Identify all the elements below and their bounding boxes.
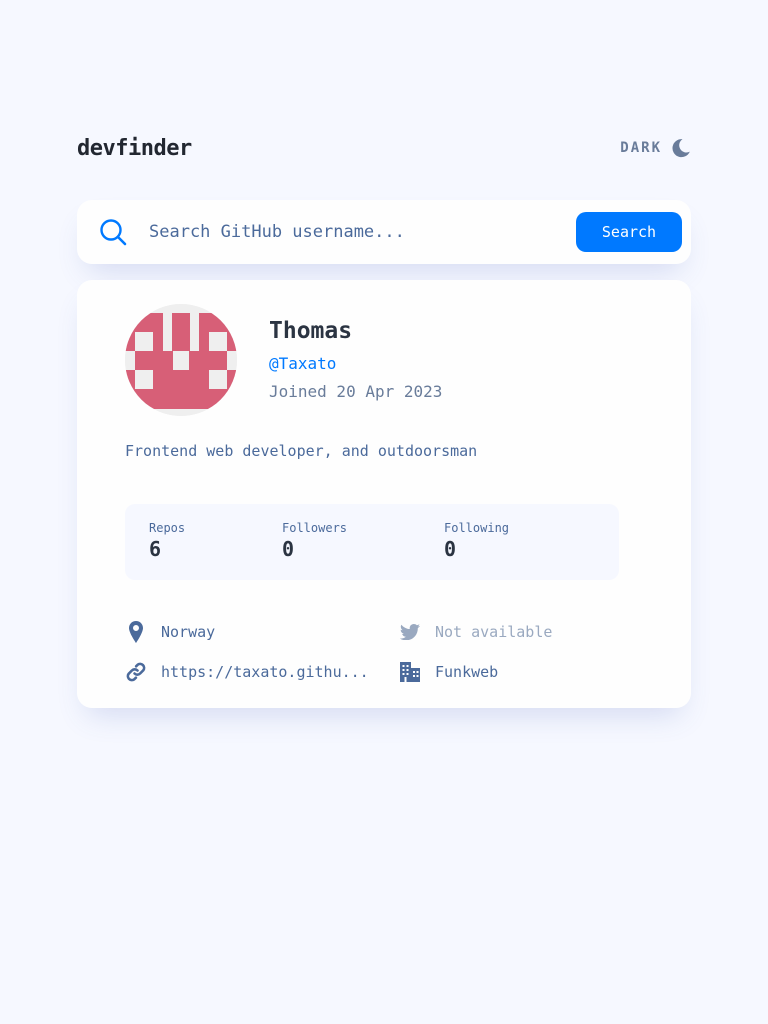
identicon-image [125,304,237,416]
stat-repos-label: Repos [149,521,186,535]
theme-toggle-button[interactable]: DARK [620,138,691,158]
stat-followers: Followers 0 [282,521,347,561]
location-pin-icon [125,621,147,643]
website-item[interactable]: https://taxato.githu... [125,661,369,683]
app-logo: devfinder [77,135,192,161]
link-icon [125,661,147,683]
theme-toggle-label: DARK [620,140,662,156]
twitter-icon [399,621,421,643]
building-icon [399,661,421,683]
location-item: Norway [125,621,215,643]
stat-followers-label: Followers [282,521,348,535]
app-container: devfinder DARK Search GitHub username...… [77,128,691,708]
location-text: Norway [161,623,216,641]
twitter-text: Not available [435,623,553,641]
stats-panel: Repos 6 Followers 0 Following 0 [125,504,619,580]
twitter-item: Not available [399,621,552,643]
search-button[interactable]: Search [576,212,682,252]
stat-following: Following 0 [444,521,509,561]
search-input[interactable] [149,212,576,252]
profile-username-link[interactable]: @Taxato [269,354,336,373]
profile-card: Thomas @Taxato Joined 20 Apr 2023 Fronte… [77,280,691,708]
stat-repos-value: 6 [149,537,162,561]
company-text: Funkweb [435,663,499,681]
stat-repos: Repos 6 [149,521,185,561]
moon-icon [672,139,690,158]
app-header: devfinder DARK [77,128,691,168]
stat-followers-value: 0 [282,537,295,561]
stat-following-value: 0 [444,537,457,561]
profile-name: Thomas [269,318,353,344]
website-link[interactable]: https://taxato.githu... [161,663,369,681]
search-bar: Search [77,200,691,264]
stat-following-label: Following [444,521,510,535]
company-item: Funkweb [399,661,498,683]
avatar [125,304,237,416]
profile-bio: Frontend web developer, and outdoorsman [125,442,478,460]
search-icon [100,219,127,246]
profile-joined-date: Joined 20 Apr 2023 [269,382,443,401]
